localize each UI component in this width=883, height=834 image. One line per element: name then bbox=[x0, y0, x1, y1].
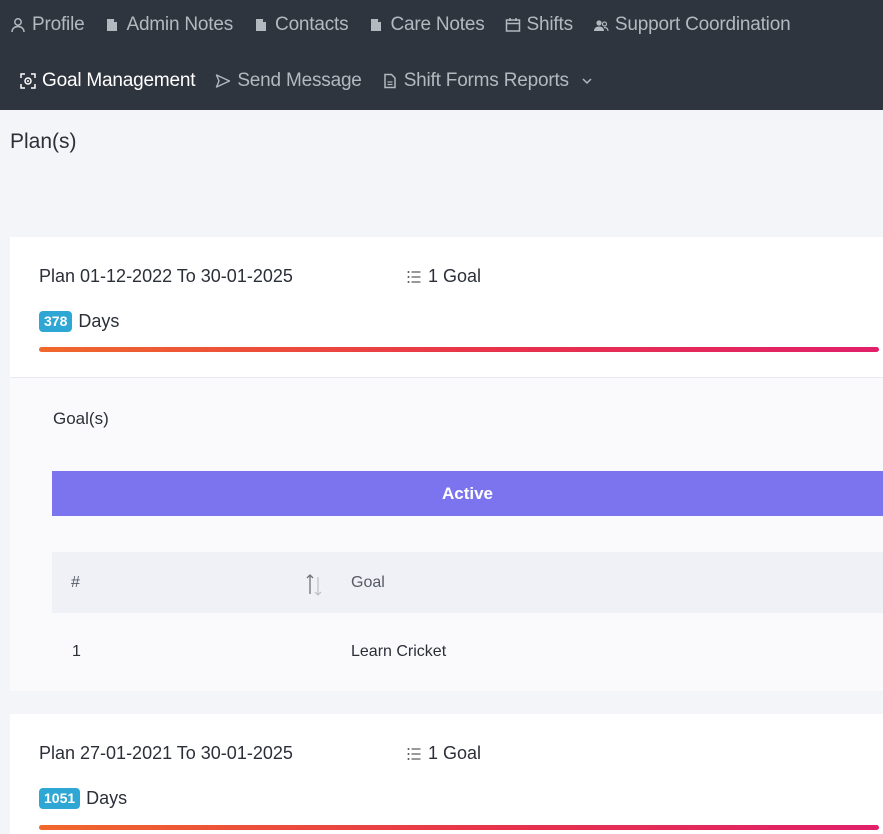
page-title: Plan(s) bbox=[10, 130, 77, 153]
goal-count: 1 Goal bbox=[407, 266, 481, 287]
nav-care-notes[interactable]: Care Notes bbox=[368, 14, 485, 36]
nav-support-coordination-label: Support Coordination bbox=[614, 14, 791, 35]
days-label: Days bbox=[78, 311, 120, 331]
plan-progress-bar bbox=[39, 825, 879, 830]
goals-heading: Goal(s) bbox=[53, 409, 109, 428]
row-goal: Learn Cricket bbox=[351, 643, 447, 660]
nav-care-notes-label: Care Notes bbox=[390, 14, 485, 35]
goal-count: 1 Goal bbox=[407, 743, 481, 764]
note-icon bbox=[253, 17, 269, 33]
list-icon bbox=[407, 747, 421, 760]
table-row[interactable]: 1 Learn Cricket bbox=[52, 613, 883, 679]
goal-count-label: 1 Goal bbox=[428, 266, 482, 286]
nav-row-2: Goal Management Send Message Shift Forms… bbox=[20, 67, 613, 95]
nav-send-message-label: Send Message bbox=[237, 70, 362, 91]
target-icon bbox=[20, 73, 36, 89]
nav-shifts[interactable]: Shifts bbox=[505, 14, 573, 36]
nav-goal-management[interactable]: Goal Management bbox=[20, 70, 196, 92]
row-number: 1 bbox=[72, 643, 81, 660]
file-icon bbox=[382, 73, 398, 89]
user-icon bbox=[10, 17, 26, 33]
nav-shift-forms-reports[interactable]: Shift Forms Reports bbox=[382, 70, 593, 92]
nav-profile[interactable]: Profile bbox=[10, 14, 85, 36]
nav-shift-forms-reports-label: Shift Forms Reports bbox=[403, 70, 569, 91]
note-icon bbox=[368, 17, 384, 33]
chevron-down-icon[interactable] bbox=[581, 75, 593, 87]
plan-progress-bar bbox=[39, 347, 879, 352]
note-icon bbox=[104, 17, 120, 33]
days-label: Days bbox=[86, 788, 128, 808]
sort-icon[interactable] bbox=[304, 572, 324, 598]
top-navigation: Profile Admin Notes Contacts Care Notes … bbox=[0, 0, 883, 110]
plan-days: 1051 Days bbox=[39, 788, 127, 809]
plan-card[interactable]: Plan 27-01-2021 To 30-01-2025 1 Goal 105… bbox=[10, 714, 883, 834]
plan-card[interactable]: Plan 01-12-2022 To 30-01-2025 1 Goal 378… bbox=[10, 237, 883, 377]
days-badge: 1051 bbox=[39, 788, 81, 809]
plan-days: 378 Days bbox=[39, 311, 119, 332]
calendar-icon bbox=[505, 17, 521, 33]
goal-count-label: 1 Goal bbox=[428, 743, 482, 763]
nav-profile-label: Profile bbox=[32, 14, 85, 35]
nav-admin-notes[interactable]: Admin Notes bbox=[104, 14, 233, 36]
send-icon bbox=[215, 73, 231, 89]
nav-shifts-label: Shifts bbox=[526, 14, 574, 35]
nav-admin-notes-label: Admin Notes bbox=[126, 14, 234, 35]
nav-contacts[interactable]: Contacts bbox=[253, 14, 349, 36]
nav-row-1: Profile Admin Notes Contacts Care Notes … bbox=[10, 11, 810, 39]
users-icon bbox=[593, 17, 609, 33]
column-header-goal[interactable]: Goal bbox=[351, 574, 385, 592]
plan-title: Plan 01-12-2022 To 30-01-2025 bbox=[39, 266, 293, 286]
days-badge: 378 bbox=[39, 311, 73, 332]
column-header-number[interactable]: # bbox=[71, 574, 80, 592]
goals-panel: Goal(s) Active # Goal 1 Learn Cricket bbox=[10, 377, 883, 691]
plan-title: Plan 27-01-2021 To 30-01-2025 bbox=[39, 743, 293, 763]
nav-send-message[interactable]: Send Message bbox=[215, 70, 362, 92]
nav-support-coordination[interactable]: Support Coordination bbox=[593, 14, 791, 36]
nav-goal-management-label: Goal Management bbox=[42, 70, 196, 91]
nav-contacts-label: Contacts bbox=[275, 14, 349, 35]
list-icon bbox=[407, 270, 421, 283]
goals-table-header: # Goal bbox=[52, 552, 883, 613]
active-tab[interactable]: Active bbox=[52, 471, 883, 516]
